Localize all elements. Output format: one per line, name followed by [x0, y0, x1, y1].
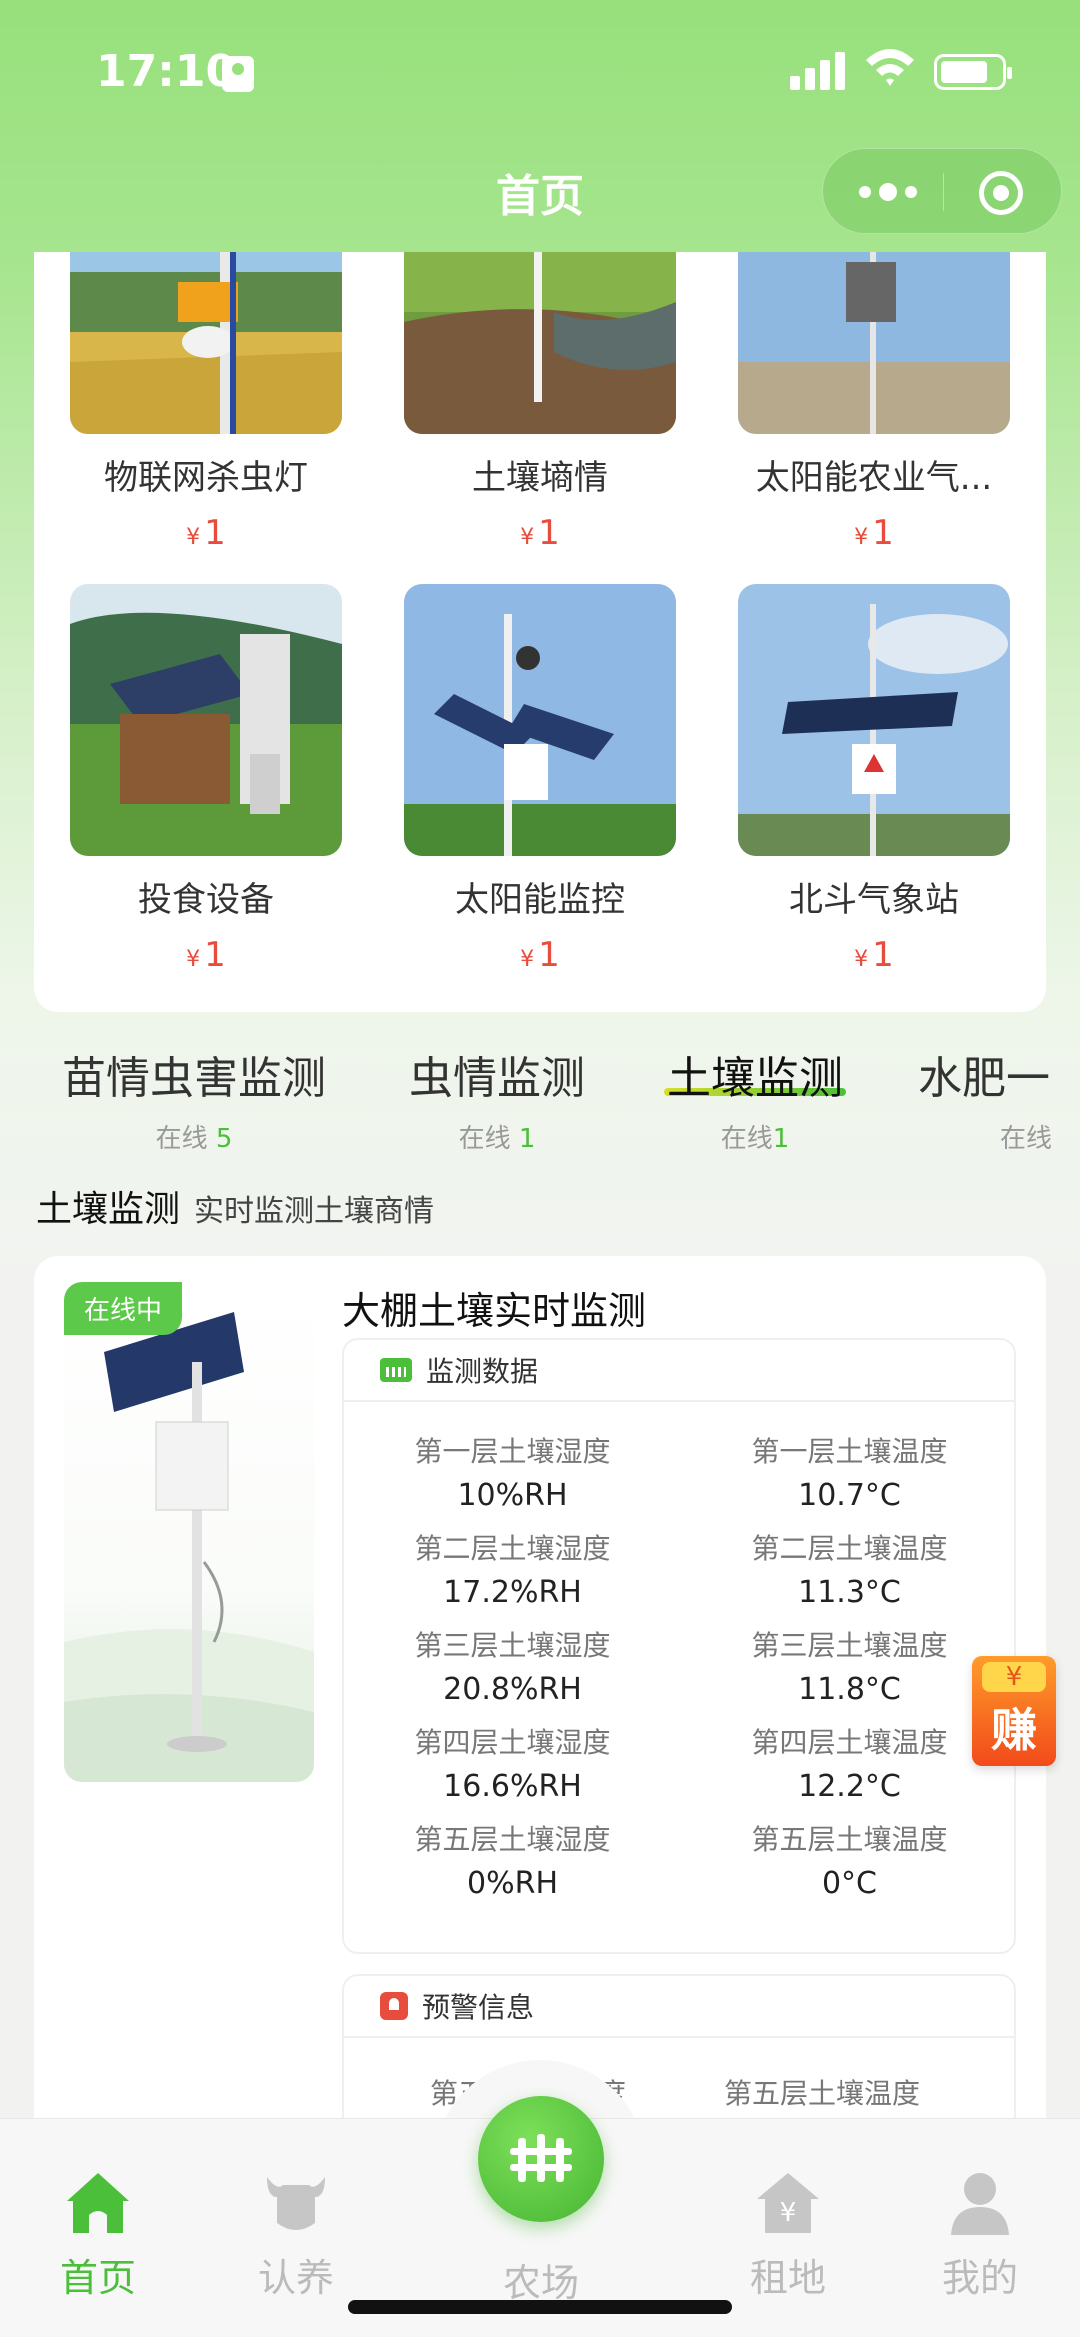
- product-item[interactable]: 北斗气象站 ¥1: [738, 584, 1010, 975]
- warning-header: 预警信息: [344, 1976, 1014, 2038]
- product-image: [404, 584, 676, 856]
- product-name: 土壤墒情: [472, 458, 608, 498]
- scroll-content[interactable]: 物联网杀虫灯 ¥1 土壤墒情 ¥1 太阳能农业气... ¥ 1 投食设备 ¥ 1…: [0, 252, 1080, 2118]
- alarm-icon: [380, 1992, 408, 2020]
- product-price: ¥1: [854, 935, 894, 975]
- product-name: 太阳能农业气...: [755, 458, 993, 498]
- nav-rent-land[interactable]: ¥ 租地: [718, 2171, 858, 2302]
- tab-online: 在线 1: [458, 1124, 536, 1154]
- reading-cell: 第一层土壤湿度 10%RH: [414, 1435, 611, 1513]
- tab-insect-monitor[interactable]: 虫情监测 在线 1: [402, 1042, 592, 1155]
- land-rent-icon: ¥: [757, 2173, 819, 2233]
- mini-program-capsule[interactable]: [822, 148, 1062, 234]
- product-item[interactable]: 投食设备 ¥1: [70, 584, 342, 975]
- product-grid-card: 物联网杀虫灯 ¥1 土壤墒情 ¥1 太阳能农业气... ¥ 1 投食设备 ¥ 1…: [34, 252, 1046, 1012]
- tab-online: 在线: [999, 1124, 1052, 1154]
- fence-icon: [510, 2134, 572, 2182]
- warning-item: 第五层土壤温度: [724, 2077, 921, 2110]
- reading-cell: 第二层土壤温度 11.3°C: [751, 1532, 948, 1610]
- chart-icon: [380, 1358, 412, 1382]
- product-price: ¥1: [854, 513, 894, 553]
- nav-label: 认养: [257, 2256, 334, 2300]
- product-price: ¥1: [186, 513, 226, 553]
- reading-cell: 第二层土壤湿度 17.2%RH: [414, 1532, 611, 1610]
- signal-icon: [790, 50, 846, 90]
- yen-icon: ¥: [982, 1662, 1046, 1692]
- status-badge: 在线中: [64, 1282, 183, 1335]
- nav-label: 我的: [941, 2256, 1018, 2300]
- device-image: 在线中: [64, 1282, 314, 1782]
- section-subtitle: 实时监测土壤商情: [194, 1194, 435, 1229]
- cow-icon: [267, 2177, 325, 2230]
- product-item[interactable]: 土壤墒情 ¥1: [404, 252, 676, 553]
- product-price: ¥1: [520, 935, 560, 975]
- product-price: ¥1: [520, 513, 560, 553]
- tab-online: 在线1: [720, 1124, 790, 1154]
- nav-farm[interactable]: [478, 2096, 604, 2222]
- more-icon[interactable]: [859, 177, 939, 207]
- status-bar: 17:10: [0, 0, 1080, 140]
- earn-button[interactable]: ¥ 赚: [972, 1656, 1056, 1766]
- nav-adopt[interactable]: 认养: [226, 2171, 366, 2302]
- reading-cell: 第四层土壤湿度 16.6%RH: [414, 1726, 611, 1804]
- nav-label: 农场: [502, 2261, 579, 2305]
- product-price: ¥1: [186, 935, 226, 975]
- tab-label: 土壤监测: [667, 1053, 843, 1104]
- warning-title: 预警信息: [422, 1991, 535, 2024]
- monitor-data-panel: 监测数据 第一层土壤湿度 10%RH 第一层土壤温度 10.7°C 第二层土壤湿度 1…: [342, 1338, 1016, 1954]
- nav-label: 首页: [59, 2256, 136, 2300]
- reading-cell: 第三层土壤温度 11.8°C: [751, 1629, 948, 1707]
- status-time: 17:10: [96, 46, 237, 97]
- monitor-tabs: 苗情虫害监测 在线 5 虫情监测 在线 1 土壤监测 在线1 水肥一 在线: [0, 1042, 1080, 1172]
- tab-soil-monitor[interactable]: 土壤监测 在线1: [660, 1042, 850, 1155]
- tab-label: 水肥一: [918, 1053, 1050, 1104]
- product-image: [738, 584, 1010, 856]
- warning-panel: 预警信息 第五层土壤湿度 第五层土壤温度: [342, 1974, 1016, 2118]
- tab-water-fertilizer[interactable]: 水肥一 在线: [918, 1042, 1080, 1155]
- product-image: [70, 252, 342, 434]
- reading-cell: 第三层土壤湿度 20.8%RH: [414, 1629, 611, 1707]
- reading-cell: 第四层土壤温度 12.2°C: [751, 1726, 948, 1804]
- tab-label: 苗情虫害监测: [62, 1053, 326, 1104]
- product-image: [70, 584, 342, 856]
- product-item[interactable]: 物联网杀虫灯 ¥1: [70, 252, 342, 553]
- reading-cell: 第五层土壤温度 0°C: [751, 1823, 948, 1901]
- battery-icon: [934, 54, 1012, 90]
- reading-cell: 第五层土壤湿度 0%RH: [414, 1823, 611, 1901]
- wifi-icon: [866, 49, 914, 86]
- tab-label: 虫情监测: [409, 1053, 585, 1104]
- monitor-data-title: 监测数据: [426, 1355, 539, 1388]
- nav-home[interactable]: 首页: [28, 2171, 168, 2302]
- device-name: 大棚土壤实时监测: [342, 1289, 647, 1333]
- product-image: [738, 252, 1010, 434]
- nav-label: 租地: [749, 2256, 826, 2300]
- product-name: 投食设备: [138, 880, 274, 920]
- svg-text:¥: ¥: [780, 2198, 797, 2228]
- home-icon: [67, 2173, 129, 2233]
- product-item[interactable]: 太阳能农业气... ¥1: [738, 252, 1010, 553]
- device-card[interactable]: 在线中 大棚土壤实时监测 监测数据 第一层土壤湿度 10%RH 第一层土壤温度 10…: [34, 1256, 1046, 2118]
- monitor-data-header: 监测数据: [344, 1340, 1014, 1402]
- product-image: [404, 252, 676, 434]
- product-name: 物联网杀虫灯: [104, 458, 308, 498]
- earn-label: 赚: [991, 1703, 1037, 1757]
- id-card-icon: [222, 56, 254, 92]
- reading-cell: 第一层土壤温度 10.7°C: [751, 1435, 948, 1513]
- product-name: 北斗气象站: [789, 880, 959, 920]
- tab-online: 在线 5: [155, 1124, 233, 1154]
- user-icon: [951, 2173, 1009, 2235]
- tab-pest-monitor[interactable]: 苗情虫害监测 在线 5: [54, 1042, 334, 1155]
- nav-mine[interactable]: 我的: [910, 2171, 1050, 2302]
- section-heading: 土壤监测 实时监测土壤商情: [36, 1189, 435, 1230]
- product-item[interactable]: 太阳能监控 ¥1: [404, 584, 676, 975]
- home-indicator[interactable]: [348, 2300, 732, 2314]
- product-name: 太阳能监控: [455, 880, 625, 920]
- close-target-icon[interactable]: [979, 171, 1023, 215]
